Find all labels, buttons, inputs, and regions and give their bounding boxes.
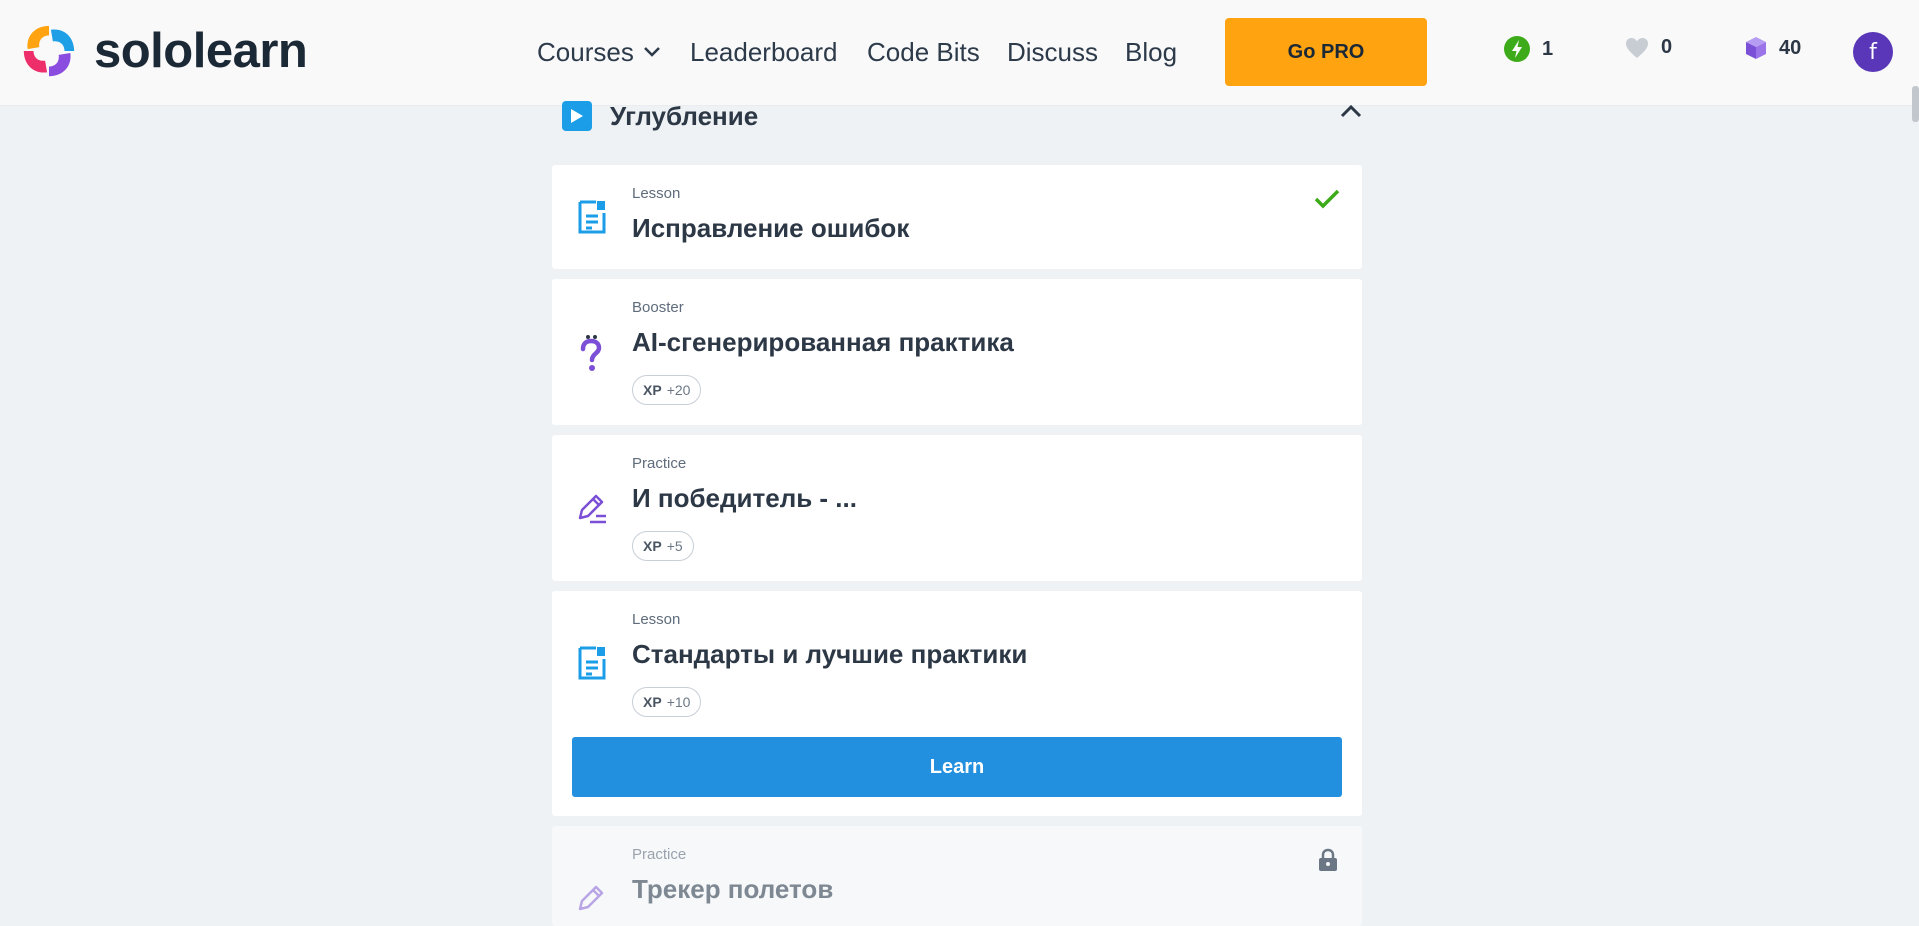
heart-icon: [1626, 37, 1648, 58]
gem-cube-icon: [1746, 37, 1766, 59]
gems-count: 40: [1779, 36, 1802, 59]
xp-value: +20: [666, 382, 691, 398]
nav-blog[interactable]: Blog: [1125, 0, 1177, 104]
lesson-icon: [578, 200, 606, 234]
pencil-icon: [578, 494, 606, 524]
streak-counter[interactable]: 1: [1504, 36, 1553, 62]
sololearn-logo-icon: [23, 25, 75, 77]
practice-item-locked[interactable]: Practice Трекер полетов: [552, 826, 1362, 926]
xp-value: +5: [666, 538, 683, 554]
item-type: Lesson: [632, 185, 681, 202]
play-icon: [562, 101, 592, 131]
practice-item[interactable]: Practice И победитель - ... XP +5: [552, 435, 1362, 581]
learn-button[interactable]: Learn: [572, 737, 1342, 797]
item-type: Practice: [632, 846, 687, 863]
module-section-header[interactable]: Углубление: [562, 98, 1362, 134]
streak-count: 1: [1542, 37, 1554, 60]
lesson-item[interactable]: Lesson Исправление ошибок: [552, 165, 1362, 269]
chevron-down-icon: [643, 47, 660, 57]
item-type: Practice: [632, 455, 687, 472]
lesson-item[interactable]: Lesson Стандарты и лучшие практики XP +1…: [552, 591, 1362, 816]
top-navbar: sololearn Courses Leaderboard Code Bits …: [0, 0, 1919, 106]
logo[interactable]: sololearn: [18, 20, 308, 82]
item-title: Трекер полетов: [632, 874, 834, 904]
xp-label: XP: [643, 538, 662, 554]
xp-badge: XP +5: [632, 531, 694, 561]
gems-counter[interactable]: 40: [1745, 36, 1801, 60]
booster-item[interactable]: Booster AI-сгенерированная практика XP +…: [552, 279, 1362, 425]
nav-courses[interactable]: Courses: [537, 0, 660, 104]
scrollbar-thumb[interactable]: [1912, 86, 1919, 122]
item-title: Стандарты и лучшие практики: [632, 639, 1028, 669]
chevron-up-icon[interactable]: [1340, 104, 1362, 118]
item-type: Lesson: [632, 611, 681, 628]
lesson-icon: [578, 646, 606, 680]
hearts-count: 0: [1661, 36, 1673, 58]
lightning-icon: [1504, 36, 1530, 62]
item-title: И победитель - ...: [632, 483, 857, 513]
section-title: Углубление: [610, 100, 759, 131]
nav-discuss[interactable]: Discuss: [1007, 0, 1098, 104]
xp-label: XP: [643, 694, 662, 710]
xp-label: XP: [643, 382, 662, 398]
brand-name: sololearn: [94, 24, 308, 78]
lock-icon: [1319, 848, 1337, 871]
xp-value: +10: [666, 694, 691, 710]
xp-badge: XP +20: [632, 375, 702, 405]
nav-courses-label: Courses: [537, 36, 634, 67]
nav-leaderboard[interactable]: Leaderboard: [690, 0, 837, 104]
nav-code-bits[interactable]: Code Bits: [867, 0, 980, 104]
hearts-counter[interactable]: 0: [1625, 36, 1672, 59]
pencil-icon: [578, 885, 604, 911]
question-icon: [580, 335, 602, 371]
avatar[interactable]: f: [1853, 32, 1893, 72]
item-title: AI-сгенерированная практика: [632, 327, 1014, 357]
go-pro-button[interactable]: Go PRO: [1225, 18, 1427, 86]
item-title: Исправление ошибок: [632, 213, 910, 243]
item-type: Booster: [632, 299, 684, 316]
checkmark-icon: [1314, 189, 1340, 209]
xp-badge: XP +10: [632, 687, 702, 717]
